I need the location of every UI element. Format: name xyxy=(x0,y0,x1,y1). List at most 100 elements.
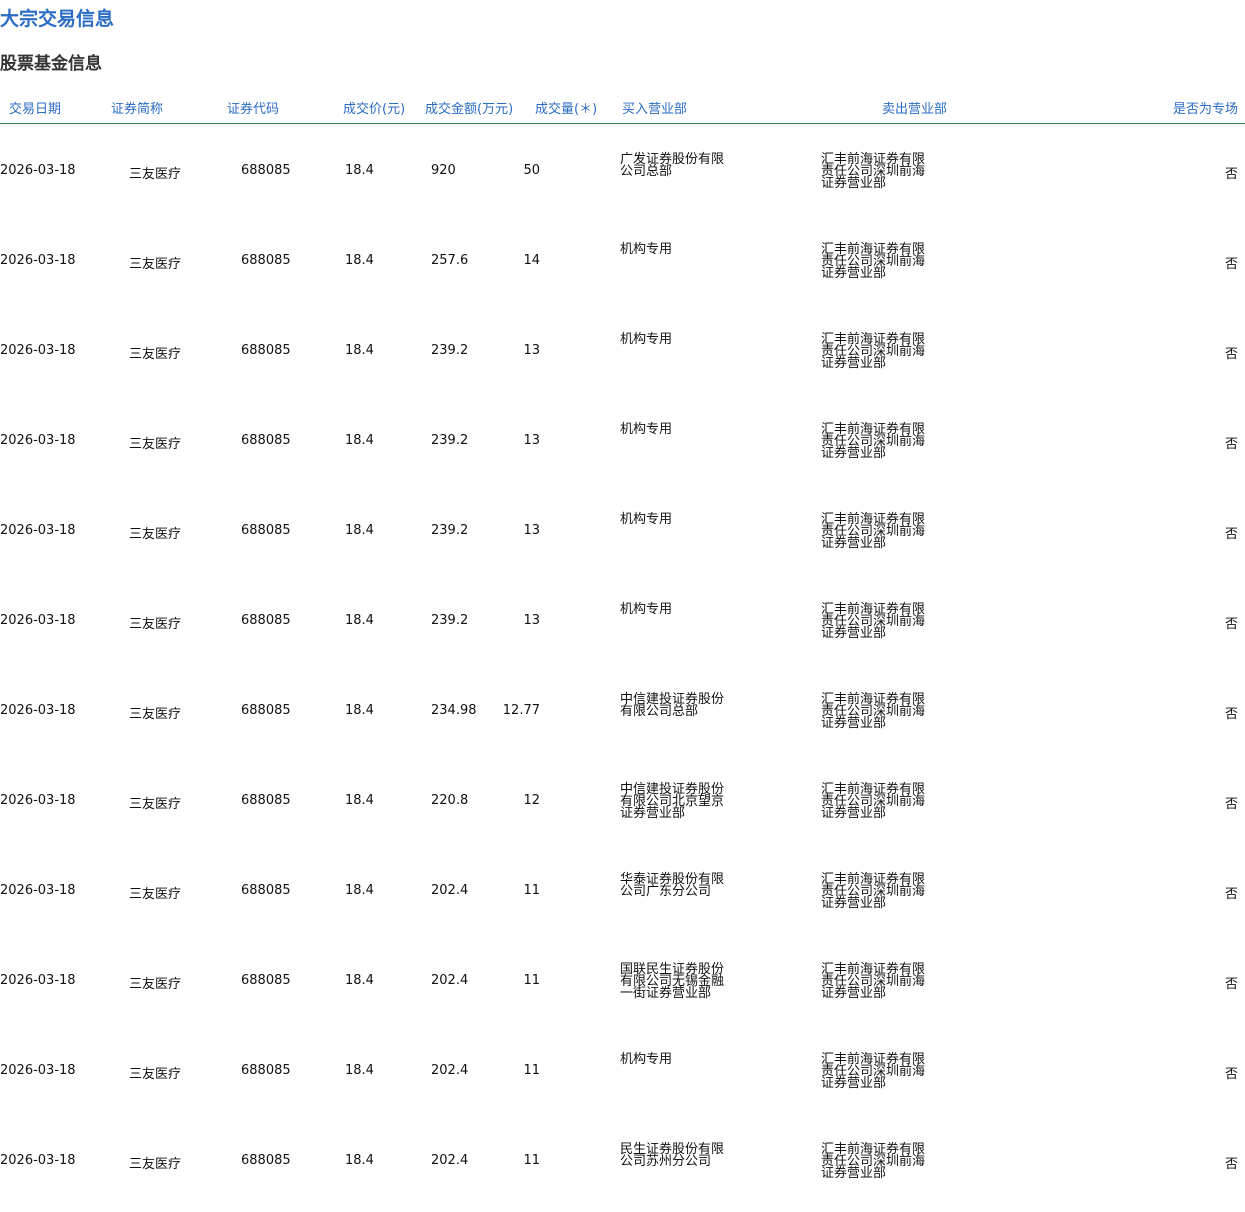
table-row: 2026-03-18 三友医疗 688085 18.4 920 50 广发证券股份有限公司总… xyxy=(0,132,1245,222)
table-row: 2026-03-18 三友医疗 688085 18.4 202.4 11 华泰证券股份有限公… xyxy=(0,852,1245,942)
cell-special: 否 xyxy=(1224,1067,1238,1082)
cell-buyer: 机构专用 xyxy=(620,422,673,437)
cell-volume: 11 xyxy=(523,1153,540,1168)
cell-volume: 12 xyxy=(523,793,540,808)
cell-date: 2026-03-18 xyxy=(0,973,76,988)
cell-special: 否 xyxy=(1224,617,1238,632)
cell-price: 18.4 xyxy=(345,883,374,898)
table-row: 2026-03-18 三友医疗 688085 18.4 202.4 11 机构专用 汇丰前海证… xyxy=(0,1032,1245,1122)
cell-volume: 12.77 xyxy=(502,703,540,718)
cell-special: 否 xyxy=(1224,977,1238,992)
cell-buyer: 民生证券股份有限公司苏州分公司 xyxy=(620,1142,725,1169)
cell-security-name: 三友医疗 xyxy=(129,1157,182,1172)
column-header-code[interactable]: 证券代码 xyxy=(227,98,279,117)
cell-seller: 汇丰前海证券有限责任公司深圳前海证券营业部 xyxy=(821,962,926,1001)
cell-volume: 11 xyxy=(523,1063,540,1078)
cell-seller: 汇丰前海证券有限责任公司深圳前海证券营业部 xyxy=(821,692,926,731)
cell-date: 2026-03-18 xyxy=(0,613,76,628)
cell-special: 否 xyxy=(1224,797,1238,812)
cell-volume: 13 xyxy=(523,523,540,538)
cell-price: 18.4 xyxy=(345,1063,374,1078)
column-header-buyer[interactable]: 买入营业部 xyxy=(622,98,687,117)
table-row: 2026-03-18 三友医疗 688085 18.4 257.6 14 机构专用 汇丰前海证… xyxy=(0,222,1245,312)
cell-buyer: 机构专用 xyxy=(620,602,673,617)
cell-volume: 13 xyxy=(523,613,540,628)
cell-security-name: 三友医疗 xyxy=(129,617,182,632)
cell-price: 18.4 xyxy=(345,613,374,628)
table-row: 2026-03-18 三友医疗 688085 18.4 202.4 11 国联民生证券股份有… xyxy=(0,942,1245,1032)
cell-amount: 220.8 xyxy=(431,793,469,808)
cell-amount: 257.6 xyxy=(431,253,469,268)
cell-security-code: 688085 xyxy=(241,433,291,448)
cell-security-name: 三友医疗 xyxy=(129,707,182,722)
cell-buyer: 机构专用 xyxy=(620,1052,673,1067)
cell-security-name: 三友医疗 xyxy=(129,437,182,452)
cell-security-name: 三友医疗 xyxy=(129,797,182,812)
cell-buyer: 机构专用 xyxy=(620,512,673,527)
table-row: 2026-03-18 三友医疗 688085 18.4 239.2 13 机构专用 汇丰前海证… xyxy=(0,582,1245,672)
cell-seller: 汇丰前海证券有限责任公司深圳前海证券营业部 xyxy=(821,332,926,371)
column-header-amount[interactable]: 成交金额(万元) xyxy=(425,98,513,117)
cell-security-name: 三友医疗 xyxy=(129,1067,182,1082)
cell-seller: 汇丰前海证券有限责任公司深圳前海证券营业部 xyxy=(821,1052,926,1091)
cell-price: 18.4 xyxy=(345,163,374,178)
cell-price: 18.4 xyxy=(345,793,374,808)
cell-date: 2026-03-18 xyxy=(0,793,76,808)
cell-amount: 239.2 xyxy=(431,343,469,358)
column-header-special[interactable]: 是否为专场 xyxy=(1173,98,1238,117)
cell-buyer: 机构专用 xyxy=(620,242,673,257)
cell-date: 2026-03-18 xyxy=(0,1153,76,1168)
cell-date: 2026-03-18 xyxy=(0,523,76,538)
cell-date: 2026-03-18 xyxy=(0,883,76,898)
cell-amount: 202.4 xyxy=(431,883,469,898)
cell-special: 否 xyxy=(1224,527,1238,542)
column-header-date[interactable]: 交易日期 xyxy=(9,98,61,117)
cell-seller: 汇丰前海证券有限责任公司深圳前海证券营业部 xyxy=(821,782,926,821)
cell-security-code: 688085 xyxy=(241,973,291,988)
cell-volume: 13 xyxy=(523,433,540,448)
cell-amount: 239.2 xyxy=(431,613,469,628)
column-header-name[interactable]: 证券简称 xyxy=(111,98,163,117)
cell-security-name: 三友医疗 xyxy=(129,167,182,182)
cell-seller: 汇丰前海证券有限责任公司深圳前海证券营业部 xyxy=(821,602,926,641)
cell-date: 2026-03-18 xyxy=(0,1063,76,1078)
cell-volume: 50 xyxy=(523,163,540,178)
cell-security-name: 三友医疗 xyxy=(129,887,182,902)
cell-price: 18.4 xyxy=(345,1153,374,1168)
table-row: 2026-03-18 三友医疗 688085 18.4 220.8 12 中信建投证券股份有… xyxy=(0,762,1245,852)
table-header: 交易日期 证券简称 证券代码 成交价(元) 成交金额(万元) 成交量(＊) 买入… xyxy=(0,94,1245,124)
cell-volume: 13 xyxy=(523,343,540,358)
cell-amount: 202.4 xyxy=(431,1153,469,1168)
cell-date: 2026-03-18 xyxy=(0,343,76,358)
cell-special: 否 xyxy=(1224,347,1238,362)
cell-seller: 汇丰前海证券有限责任公司深圳前海证券营业部 xyxy=(821,422,926,461)
cell-seller: 汇丰前海证券有限责任公司深圳前海证券营业部 xyxy=(821,152,926,191)
cell-security-code: 688085 xyxy=(241,163,291,178)
cell-date: 2026-03-18 xyxy=(0,433,76,448)
cell-price: 18.4 xyxy=(345,523,374,538)
cell-price: 18.4 xyxy=(345,343,374,358)
cell-security-code: 688085 xyxy=(241,343,291,358)
cell-volume: 14 xyxy=(523,253,540,268)
cell-security-code: 688085 xyxy=(241,793,291,808)
cell-date: 2026-03-18 xyxy=(0,253,76,268)
cell-security-code: 688085 xyxy=(241,613,291,628)
column-header-seller[interactable]: 卖出营业部 xyxy=(882,98,947,117)
cell-security-name: 三友医疗 xyxy=(129,977,182,992)
cell-seller: 汇丰前海证券有限责任公司深圳前海证券营业部 xyxy=(821,242,926,281)
cell-special: 否 xyxy=(1224,887,1238,902)
cell-buyer: 中信建投证券股份有限公司北京望京证券营业部 xyxy=(620,782,725,821)
column-header-price[interactable]: 成交价(元) xyxy=(343,98,405,117)
table-row: 2026-03-18 三友医疗 688085 18.4 239.2 13 机构专用 汇丰前海证… xyxy=(0,492,1245,582)
cell-amount: 234.98 xyxy=(431,703,477,718)
cell-special: 否 xyxy=(1224,1157,1238,1172)
cell-price: 18.4 xyxy=(345,433,374,448)
column-header-volume[interactable]: 成交量(＊) xyxy=(535,98,597,117)
cell-security-code: 688085 xyxy=(241,703,291,718)
cell-buyer: 广发证券股份有限公司总部 xyxy=(620,152,725,179)
cell-special: 否 xyxy=(1224,167,1238,182)
cell-volume: 11 xyxy=(523,883,540,898)
table-row: 2026-03-18 三友医疗 688085 18.4 202.4 11 民生证券股份有限公… xyxy=(0,1122,1245,1212)
cell-security-name: 三友医疗 xyxy=(129,347,182,362)
cell-special: 否 xyxy=(1224,257,1238,272)
